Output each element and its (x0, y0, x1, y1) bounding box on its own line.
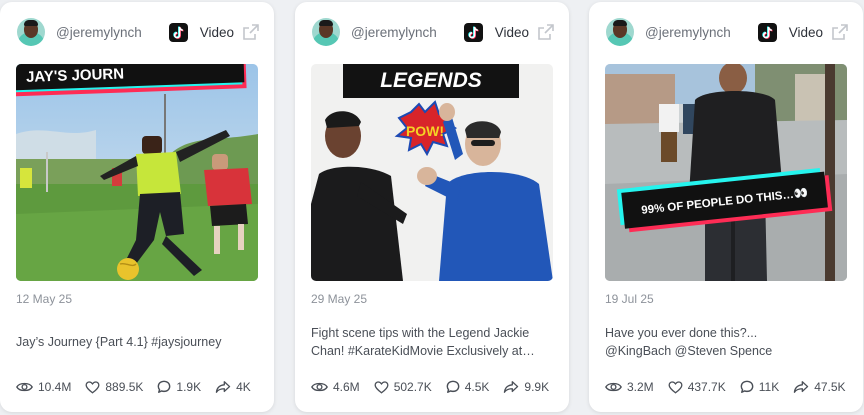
comment-icon (740, 380, 754, 394)
eye-icon (16, 381, 33, 393)
video-card[interactable]: @jeremylynch Video (0, 2, 274, 412)
platform-label: Video (788, 25, 823, 40)
likes-stat: 437.7K (668, 380, 726, 394)
shares-count: 9.9K (524, 380, 550, 394)
heart-icon (85, 381, 100, 394)
comments-stat: 11K (740, 380, 779, 394)
post-date: 29 May 25 (311, 292, 368, 306)
external-link-icon[interactable] (831, 23, 849, 41)
views-stat: 10.4M (16, 380, 71, 394)
video-card[interactable]: @jeremylynch Video (589, 2, 863, 412)
comments-stat: 1.9K (157, 380, 201, 394)
author-handle[interactable]: @jeremylynch (645, 25, 731, 40)
post-caption: Jay’s Journey {Part 4.1} #jaysjourney (16, 335, 222, 349)
thumbnail-title: LEGENDS (380, 69, 482, 92)
stats-row: 3.2M 437.7K 11K 47.5K (605, 378, 860, 396)
author-handle[interactable]: @jeremylynch (351, 25, 437, 40)
post-date: 19 Jul 25 (605, 292, 654, 306)
stats-row: 4.6M 502.7K 4.5K 9.9K (311, 378, 563, 396)
shares-count: 47.5K (814, 380, 846, 394)
platform-label: Video (199, 25, 234, 40)
video-thumbnail[interactable]: JAY'S JOURN (16, 64, 258, 281)
stats-row: 10.4M 889.5K 1.9K 4K (16, 378, 265, 396)
comments-count: 11K (758, 380, 780, 394)
author-handle[interactable]: @jeremylynch (56, 25, 142, 40)
shares-count: 4K (236, 380, 251, 394)
eye-icon (605, 381, 622, 393)
comment-icon (446, 380, 460, 394)
external-link-icon[interactable] (242, 23, 260, 41)
comments-stat: 4.5K (446, 380, 490, 394)
likes-count: 889.5K (105, 380, 144, 394)
views-stat: 3.2M (605, 380, 654, 394)
shares-stat: 4K (215, 380, 251, 394)
video-thumbnail[interactable]: LEGENDS POW! (311, 64, 553, 281)
likes-stat: 502.7K (374, 380, 432, 394)
shares-stat: 9.9K (503, 380, 549, 394)
tiktok-icon (464, 23, 483, 42)
post-caption: Have you ever done this?... @KingBach @S… (605, 326, 773, 358)
card-header: @jeremylynch Video (589, 16, 863, 50)
views-count: 3.2M (627, 380, 654, 394)
share-icon (793, 380, 809, 394)
views-count: 4.6M (333, 380, 360, 394)
tiktok-icon (169, 23, 188, 42)
card-header: @jeremylynch Video (295, 16, 569, 50)
likes-count: 437.7K (687, 380, 726, 394)
share-icon (215, 380, 231, 394)
post-date: 12 May 25 (16, 292, 73, 306)
comment-icon (157, 380, 171, 394)
comments-count: 1.9K (176, 380, 202, 394)
shares-stat: 47.5K (793, 380, 846, 394)
comments-count: 4.5K (464, 380, 490, 394)
card-header: @jeremylynch Video (0, 16, 274, 50)
likes-count: 502.7K (393, 380, 432, 394)
heart-icon (374, 381, 389, 394)
views-count: 10.4M (38, 380, 72, 394)
pow-burst-text: POW! (406, 123, 444, 139)
views-stat: 4.6M (311, 380, 360, 394)
video-card[interactable]: @jeremylynch Video LEGENDS POW! 29 May 2… (295, 2, 569, 412)
external-link-icon[interactable] (537, 23, 555, 41)
thumbnail-title: JAY'S JOURN (26, 65, 125, 85)
platform-label: Video (494, 25, 529, 40)
avatar[interactable] (17, 18, 45, 46)
post-caption: Fight scene tips with the Legend Jackie … (311, 326, 535, 358)
eye-icon (311, 381, 328, 393)
share-icon (503, 380, 519, 394)
heart-icon (668, 381, 683, 394)
video-thumbnail[interactable]: 99% OF PEOPLE DO THIS…👀 (605, 64, 847, 281)
likes-stat: 889.5K (85, 380, 143, 394)
avatar[interactable] (312, 18, 340, 46)
tiktok-icon (758, 23, 777, 42)
avatar[interactable] (606, 18, 634, 46)
